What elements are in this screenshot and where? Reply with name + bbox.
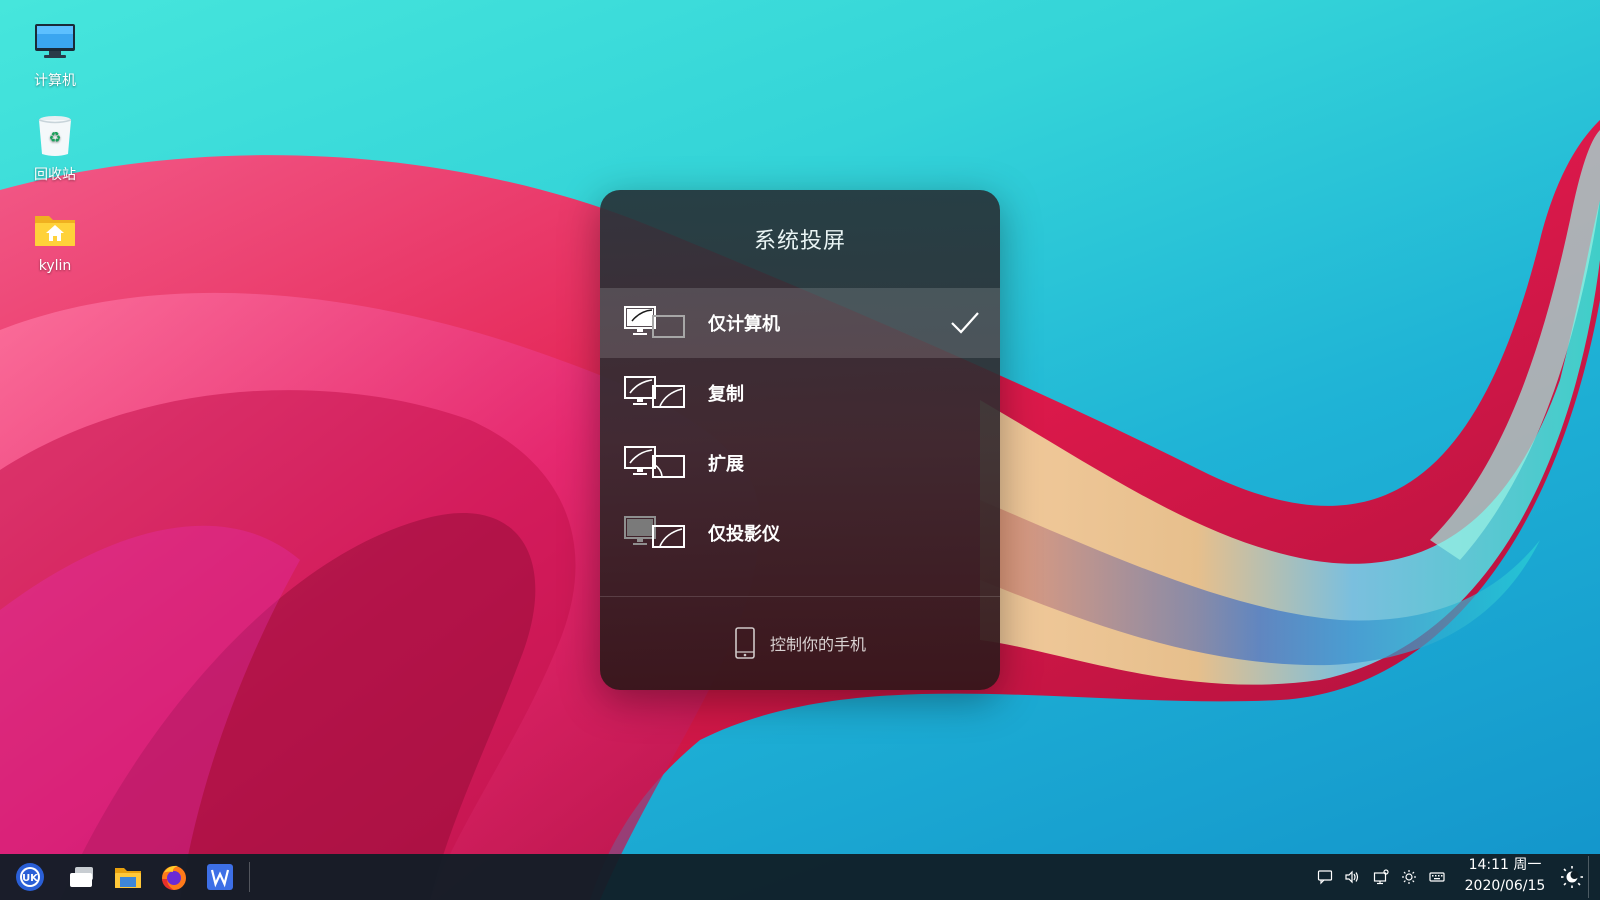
checkmark-icon [951,312,979,334]
phone-icon [735,627,755,659]
brightness-icon[interactable] [1401,869,1417,885]
mirror-icon [624,376,685,408]
wps-writer-icon[interactable] [204,861,236,893]
desktop-icon-home[interactable]: kylin [15,206,95,274]
clock-time: 14:11 周一 [1468,857,1542,873]
clock[interactable]: 14:11 周一 2020/06/15 [1456,855,1554,899]
home-folder-icon [35,216,75,246]
option-label: 仅投影仪 [708,524,780,545]
file-manager-icon[interactable] [112,861,144,893]
dialog-title: 系统投屏 [753,229,846,254]
night-mode-icon[interactable] [1560,865,1584,889]
desktop-icon-label: kylin [38,258,72,274]
start-menu-icon[interactable]: UK [14,861,46,893]
option-label: 扩展 [708,454,744,475]
desktop-icon-label: 计算机 [34,73,76,89]
desktop-icon-computer[interactable]: 计算机 [15,18,95,90]
notification-icon[interactable] [1317,869,1333,885]
svg-text:UK: UK [22,873,39,884]
projection-dialog: 系统投屏 仅计算机 复制 扩展 仅投影仪 控制你的手机 [600,190,1000,690]
firefox-icon[interactable] [158,861,190,893]
option-label: 仅计算机 [708,314,780,335]
taskbar-separator [249,862,250,892]
multitask-view-icon[interactable] [66,861,98,893]
option-projector-only[interactable]: 仅投影仪 [600,498,1000,568]
desktop-icon-trash[interactable]: ♻ 回收站 [15,112,95,184]
volume-icon[interactable] [1344,869,1360,885]
clock-date: 2020/06/15 [1464,878,1546,894]
phone-control-link[interactable]: 控制你的手机 [600,596,1000,690]
extend-icon [624,446,685,478]
desktop: 计算机 ♻ 回收站 kylin 系统投屏 仅计算机 复制 扩展 仅投影仪 控制你… [0,0,1600,900]
phone-control-label: 控制你的手机 [769,635,866,654]
keyboard-icon[interactable] [1429,869,1445,885]
computer-icon [35,24,75,58]
network-icon[interactable] [1373,869,1389,885]
option-label: 复制 [708,384,744,405]
option-extend[interactable]: 扩展 [600,428,1000,498]
option-pc-only[interactable]: 仅计算机 [600,288,1000,358]
svg-text:♻: ♻ [49,130,62,146]
show-desktop-button[interactable] [1588,856,1599,898]
option-mirror[interactable]: 复制 [600,358,1000,428]
projector-only-icon [624,516,685,548]
pc-only-icon [624,306,685,338]
taskbar: UK 14:11 周一 2020/06/15 [0,854,1600,900]
desktop-icon-label: 回收站 [34,167,76,183]
trash-icon: ♻ [38,116,72,156]
